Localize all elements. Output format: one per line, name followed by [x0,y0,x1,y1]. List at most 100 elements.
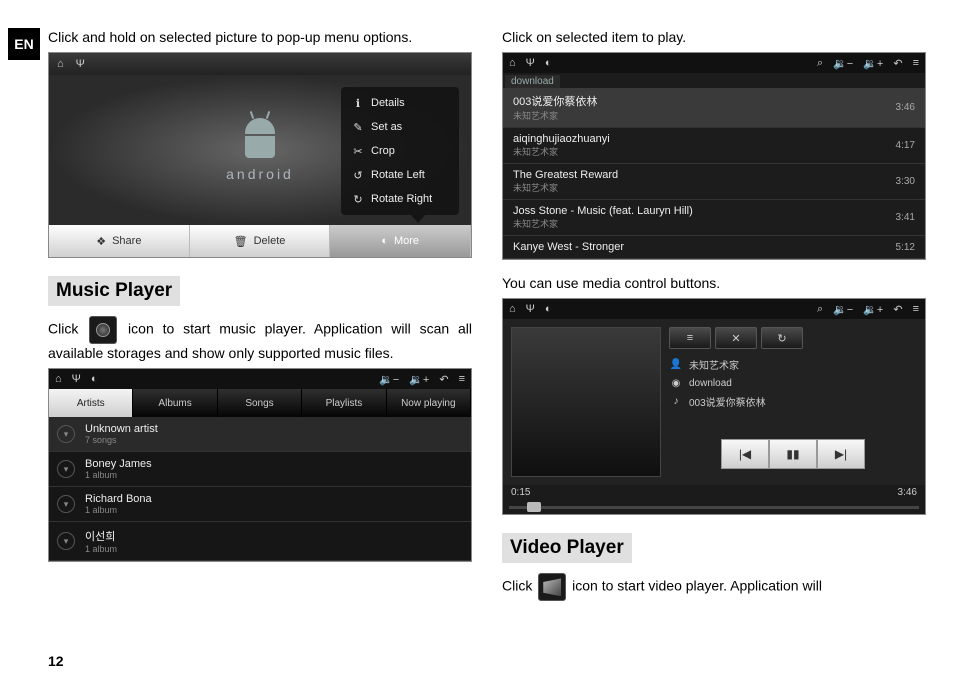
np-folder-label: download [689,378,732,389]
tab-label: Albums [158,398,191,409]
info-icon: ℹ [351,96,365,110]
delete-button[interactable]: 🗑 Delete [190,225,331,257]
track-artist: 未知艺术家 [513,109,597,122]
menu-rotate-right[interactable]: ↻ Rotate Right [341,187,459,211]
np-track-label: 003说爱你蔡依林 [689,394,766,409]
vol-up-icon[interactable]: 🔉+ [863,57,883,70]
music-tabs: Artists Albums Songs Playlists Now playi… [49,389,471,417]
seek-thumb[interactable] [527,502,541,512]
track-row[interactable]: aiqinghujiaozhuanyi未知艺术家 4:17 [503,128,925,164]
tab-now-playing[interactable]: Now playing [387,389,471,417]
next-button[interactable]: ▶| [817,439,865,469]
menu-rotate-left[interactable]: ↺Rotate Left [341,163,459,187]
rotate-right-icon: ↻ [351,192,365,206]
text-frag: Click [48,321,87,337]
delete-label: Delete [254,235,286,247]
artist-row[interactable]: ▾Boney James1 album [49,452,471,487]
track-title: aiqinghujiaozhuanyi [513,133,610,145]
menu-set-as[interactable]: ✎ Set as [341,115,459,139]
artist-row[interactable]: ▾이선희1 album [49,522,471,561]
search-icon[interactable]: ⌕ [817,57,823,70]
back-icon[interactable]: ↶ [893,303,902,316]
context-menu[interactable]: ℹ Details ✎ Set as ✂ Crop ↺Rotate Left ↻ Rot… [341,87,459,215]
track-duration: 3:30 [896,176,915,187]
chevron-down-icon[interactable]: ▾ [57,532,75,550]
vol-up-icon[interactable]: 🔉+ [409,373,429,386]
track-duration: 5:12 [896,242,915,253]
menu-icon[interactable]: ≡ [913,57,919,70]
crop-icon: ✂ [351,144,365,158]
trash-icon: 🗑 [234,235,248,248]
vol-up-icon[interactable]: 🔉+ [863,303,883,316]
menu-label: Set as [371,121,402,133]
share-button[interactable]: ❖Share [49,225,190,257]
chevron-down-icon[interactable]: ▾ [57,425,75,443]
chevron-down-icon[interactable]: ▾ [57,495,75,513]
android-wordmark: android [226,166,294,182]
tab-label: Playlists [326,398,363,409]
back-icon[interactable]: ↶ [439,373,448,386]
droid-icon: ◐ [91,373,98,385]
track-row[interactable]: Kanye West - Stronger 5:12 [503,236,925,259]
artist-sub: 1 album [85,505,152,515]
artist-row[interactable]: ▾Unknown artist7 songs [49,417,471,452]
menu-label: Rotate Right [371,193,432,205]
more-label: More [394,235,419,247]
back-icon[interactable]: ↶ [893,57,902,70]
track-duration: 4:17 [896,140,915,151]
droid-icon: ◐ [545,57,552,69]
album-art [511,327,661,477]
prev-button[interactable]: |◀ [721,439,769,469]
usb-icon: Ψ [76,58,85,70]
queue-button[interactable]: ≡ [669,327,711,349]
track-row[interactable]: Joss Stone - Music (feat. Lauryn Hill)未知… [503,200,925,236]
tab-songs[interactable]: Songs [218,389,302,417]
page-number: 12 [48,653,64,669]
setas-icon: ✎ [351,120,365,134]
home-icon[interactable]: ⌂ [55,373,62,385]
tab-label: Now playing [401,398,455,409]
track-artist: 未知艺术家 [513,145,610,158]
video-app-icon[interactable] [538,573,566,601]
search-icon[interactable]: ⌕ [817,303,823,316]
menu-label: Details [371,97,405,109]
artist-row[interactable]: ▾Richard Bona1 album [49,487,471,522]
np-folder: ◉ download [669,376,917,390]
share-icon: ❖ [96,235,106,248]
chevron-down-icon[interactable]: ▾ [57,460,75,478]
tab-artists[interactable]: Artists [49,389,133,417]
media-hint: You can use media control buttons. [502,274,926,292]
vol-down-icon[interactable]: 🔉− [833,303,853,316]
elapsed-time: 0:15 [511,487,530,498]
menu-icon[interactable]: ≡ [913,303,919,316]
intro-paragraph-1: Click and hold on selected picture to po… [48,28,472,46]
home-icon[interactable]: ⌂ [57,58,64,70]
seek-bar[interactable] [503,500,925,514]
shuffle-button[interactable]: ✕ [715,327,757,349]
disc-icon: ◉ [669,376,683,390]
music-app-icon[interactable] [89,316,117,344]
menu-details[interactable]: ℹ Details [341,91,459,115]
vol-down-icon[interactable]: 🔉− [833,57,853,70]
track-row[interactable]: 003说爱你蔡依林未知艺术家3:46 [503,88,925,128]
note-icon: ♪ [669,395,683,409]
menu-label: Crop [371,145,395,157]
track-row[interactable]: The Greatest Reward未知艺术家3:30 [503,164,925,200]
home-icon[interactable]: ⌂ [509,57,516,69]
more-button[interactable]: ◐More [330,225,471,257]
music-artists-screenshot: ⌂ Ψ ◐ 🔉− 🔉+ ↶ ≡ Artists Albums Songs Pla… [48,368,472,562]
pause-button[interactable]: ▮▮ [769,439,817,469]
usb-icon: Ψ [72,373,81,385]
menu-icon[interactable]: ≡ [459,373,465,386]
menu-crop[interactable]: ✂ Crop [341,139,459,163]
artist-name: Boney James [85,458,152,470]
intro-paragraph-2: Click on selected item to play. [502,28,926,46]
tab-playlists[interactable]: Playlists [302,389,386,417]
music-player-heading: Music Player [48,276,180,306]
tab-albums[interactable]: Albums [133,389,217,417]
track-title: Kanye West - Stronger [513,241,624,253]
repeat-button[interactable]: ↻ [761,327,803,349]
home-icon[interactable]: ⌂ [509,303,516,315]
track-title: 003说爱你蔡依林 [513,93,597,109]
vol-down-icon[interactable]: 🔉− [379,373,399,386]
